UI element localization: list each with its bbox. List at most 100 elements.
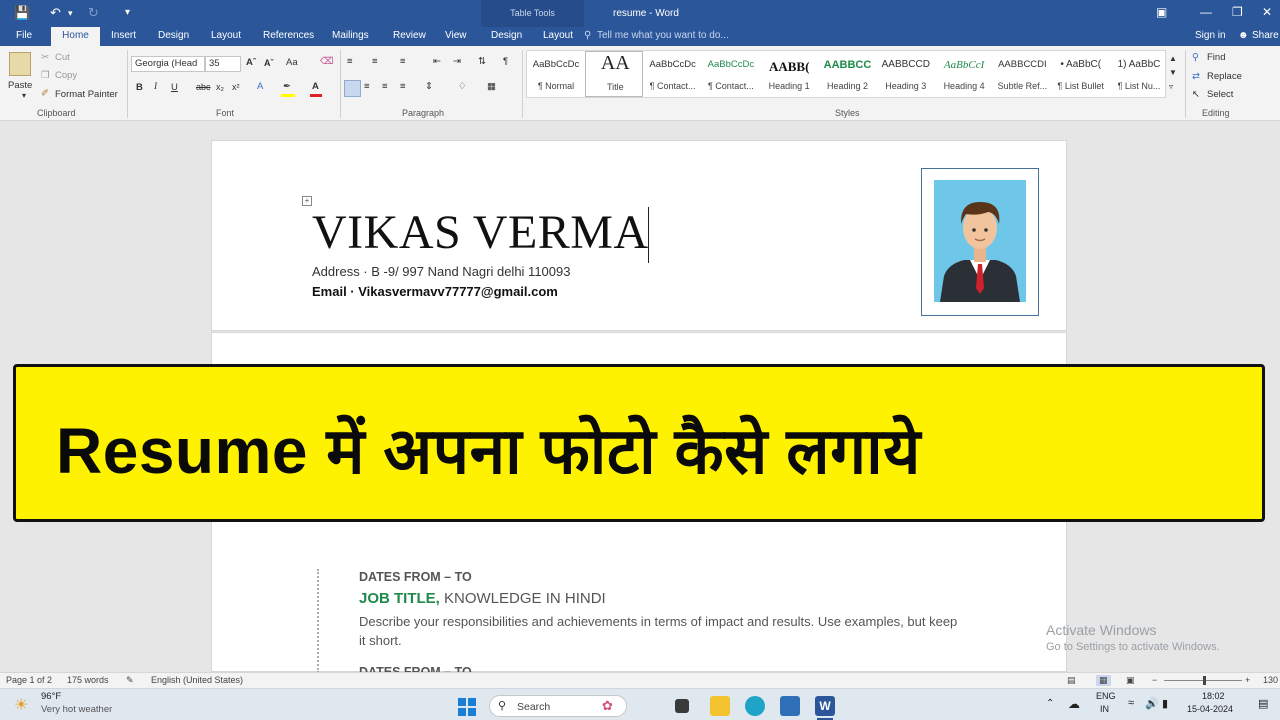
paste-dropdown-icon[interactable]: ▾ bbox=[22, 91, 26, 100]
shading-icon[interactable]: ♢ bbox=[458, 81, 467, 92]
battery-icon[interactable]: ▮ bbox=[1162, 697, 1168, 710]
tell-me-box[interactable]: Tell me what you want to do... bbox=[597, 30, 729, 41]
word-count[interactable]: 175 words bbox=[67, 675, 109, 685]
text-effects-icon[interactable]: A bbox=[257, 81, 263, 92]
align-center-icon[interactable]: ≡ bbox=[364, 81, 370, 92]
copy-icon[interactable]: ❐ bbox=[41, 70, 50, 81]
language-indicator[interactable]: English (United States) bbox=[151, 675, 243, 685]
weather-desc[interactable]: Very hot weather bbox=[41, 704, 112, 715]
zoom-slider-thumb[interactable] bbox=[1203, 676, 1206, 685]
highlight-icon[interactable]: ✒ bbox=[283, 81, 291, 92]
grow-font-icon[interactable]: Aˆ bbox=[246, 57, 256, 68]
undo-dropdown-icon[interactable]: ▾ bbox=[68, 4, 73, 22]
share-button[interactable]: Share bbox=[1252, 30, 1279, 41]
font-family-select[interactable]: Georgia (Head bbox=[131, 56, 205, 72]
zoom-level[interactable]: 130 bbox=[1263, 675, 1278, 685]
numbering-icon[interactable]: ≡ bbox=[372, 56, 378, 67]
strikethrough-icon[interactable]: abc bbox=[196, 82, 211, 92]
weather-icon[interactable]: ☀ bbox=[14, 695, 28, 715]
volume-icon[interactable]: 🔊 bbox=[1145, 697, 1159, 710]
share-icon[interactable]: ☻ bbox=[1238, 30, 1249, 41]
style-item[interactable]: AABB(Heading 1 bbox=[760, 51, 818, 97]
subscript-icon[interactable]: x₂ bbox=[216, 82, 224, 92]
tab-layout[interactable]: Layout bbox=[211, 30, 241, 41]
sort-icon[interactable]: ⇅ bbox=[478, 56, 486, 67]
page-count[interactable]: Page 1 of 2 bbox=[6, 675, 52, 685]
style-item[interactable]: • AaBbC(¶ List Bullet bbox=[1052, 51, 1110, 97]
resume-address[interactable]: Address · B -9/ 997 Nand Nagri delhi 110… bbox=[312, 264, 570, 279]
ribbon-display-icon[interactable]: ▣ bbox=[1156, 5, 1167, 19]
tab-view[interactable]: View bbox=[445, 30, 467, 41]
customize-qat-icon[interactable]: ▾ bbox=[125, 4, 130, 22]
task-view-icon[interactable] bbox=[675, 699, 689, 713]
job-company[interactable]: KNOWLEDGE IN HINDI bbox=[440, 590, 606, 607]
justify-icon[interactable]: ≡ bbox=[400, 81, 406, 92]
tab-references[interactable]: References bbox=[263, 30, 314, 41]
clock-time[interactable]: 18:02 bbox=[1202, 691, 1225, 701]
job-title[interactable]: JOB TITLE, bbox=[359, 590, 440, 607]
store-icon[interactable] bbox=[780, 696, 800, 716]
bullets-icon[interactable]: ≡ bbox=[347, 56, 353, 67]
tab-home[interactable]: Home bbox=[51, 27, 100, 46]
align-right-icon[interactable]: ≡ bbox=[382, 81, 388, 92]
read-mode-icon[interactable]: ▤ bbox=[1067, 675, 1076, 686]
italic-icon[interactable]: I bbox=[154, 82, 157, 92]
minimize-icon[interactable]: — bbox=[1200, 5, 1212, 19]
taskbar-search[interactable]: ⚲ Search ✿ bbox=[489, 695, 627, 717]
windows-start-icon[interactable] bbox=[458, 698, 476, 716]
clear-formatting-icon[interactable]: ⌫ bbox=[320, 56, 333, 67]
styles-scroll-down-icon[interactable]: ▼ bbox=[1169, 68, 1177, 77]
format-painter-button[interactable]: Format Painter bbox=[55, 89, 118, 100]
tray-overflow-icon[interactable]: ⌃ bbox=[1046, 698, 1054, 709]
zoom-in-icon[interactable]: + bbox=[1245, 675, 1250, 685]
profile-photo[interactable] bbox=[934, 180, 1026, 302]
sign-in-link[interactable]: Sign in bbox=[1195, 30, 1226, 41]
cut-button[interactable]: Cut bbox=[55, 52, 70, 63]
tab-mailings[interactable]: Mailings bbox=[332, 30, 369, 41]
wifi-icon[interactable]: ≈ bbox=[1128, 697, 1134, 709]
decrease-indent-icon[interactable]: ⇤ bbox=[433, 56, 441, 67]
close-icon[interactable]: ✕ bbox=[1262, 5, 1272, 19]
select-button[interactable]: Select bbox=[1207, 89, 1233, 100]
web-layout-icon[interactable]: ▣ bbox=[1126, 675, 1135, 686]
line-spacing-icon[interactable]: ⇕ bbox=[425, 81, 433, 92]
profile-photo-frame[interactable] bbox=[921, 168, 1039, 316]
save-icon[interactable]: 💾 bbox=[14, 4, 30, 22]
bold-icon[interactable]: B bbox=[136, 82, 143, 93]
style-item[interactable]: 1) AaBbC ¶ List Nu... bbox=[1110, 51, 1168, 97]
redo-icon[interactable]: ↻ bbox=[88, 4, 99, 22]
style-item[interactable]: AaBbCcI Heading 4 bbox=[935, 51, 993, 97]
style-item[interactable]: AaBbCcDc ¶ Contact... bbox=[644, 51, 702, 97]
tab-table-design[interactable]: Design bbox=[491, 30, 522, 41]
change-case-button[interactable]: Aa bbox=[286, 57, 298, 68]
style-item[interactable]: AABBCC Heading 2 bbox=[819, 51, 877, 97]
onedrive-icon[interactable]: ☁ bbox=[1068, 697, 1080, 711]
styles-scroll-up-icon[interactable]: ▲ bbox=[1169, 54, 1177, 63]
shrink-font-icon[interactable]: Aˇ bbox=[264, 58, 274, 68]
select-icon[interactable]: ↖ bbox=[1192, 89, 1200, 100]
font-size-select[interactable]: 35 bbox=[205, 56, 241, 72]
underline-icon[interactable]: U bbox=[171, 82, 178, 93]
font-color-icon[interactable]: A bbox=[312, 81, 319, 92]
format-painter-icon[interactable]: ✐ bbox=[41, 88, 49, 99]
align-left-icon[interactable] bbox=[344, 80, 361, 97]
zoom-out-icon[interactable]: − bbox=[1152, 675, 1157, 685]
tab-file[interactable]: File bbox=[16, 30, 32, 41]
lang-in[interactable]: IN bbox=[1100, 704, 1109, 714]
job-description[interactable]: Describe your responsibilities and achie… bbox=[359, 612, 959, 650]
edge-icon[interactable] bbox=[745, 696, 765, 716]
style-item[interactable]: AABBCCDI Subtle Ref... bbox=[993, 51, 1051, 97]
document-page-1[interactable]: + VIKAS VERMA Address · B -9/ 997 Nand N… bbox=[211, 140, 1067, 331]
style-item[interactable]: AaBbCcDc ¶ Normal bbox=[527, 51, 585, 97]
print-layout-icon[interactable]: ▦ bbox=[1096, 675, 1111, 686]
tab-insert[interactable]: Insert bbox=[111, 30, 136, 41]
paste-icon[interactable] bbox=[9, 52, 31, 76]
show-marks-icon[interactable]: ¶ bbox=[503, 56, 508, 67]
style-item[interactable]: AaBbCcDc ¶ Contact... bbox=[702, 51, 760, 97]
weather-temp[interactable]: 96°F bbox=[41, 691, 61, 702]
multilevel-list-icon[interactable]: ≡ bbox=[400, 56, 406, 67]
cut-icon[interactable]: ✂ bbox=[41, 52, 49, 63]
lang-eng[interactable]: ENG bbox=[1096, 691, 1116, 701]
style-item[interactable]: AABBCCD Heading 3 bbox=[877, 51, 935, 97]
borders-icon[interactable]: ▦ bbox=[487, 81, 496, 92]
